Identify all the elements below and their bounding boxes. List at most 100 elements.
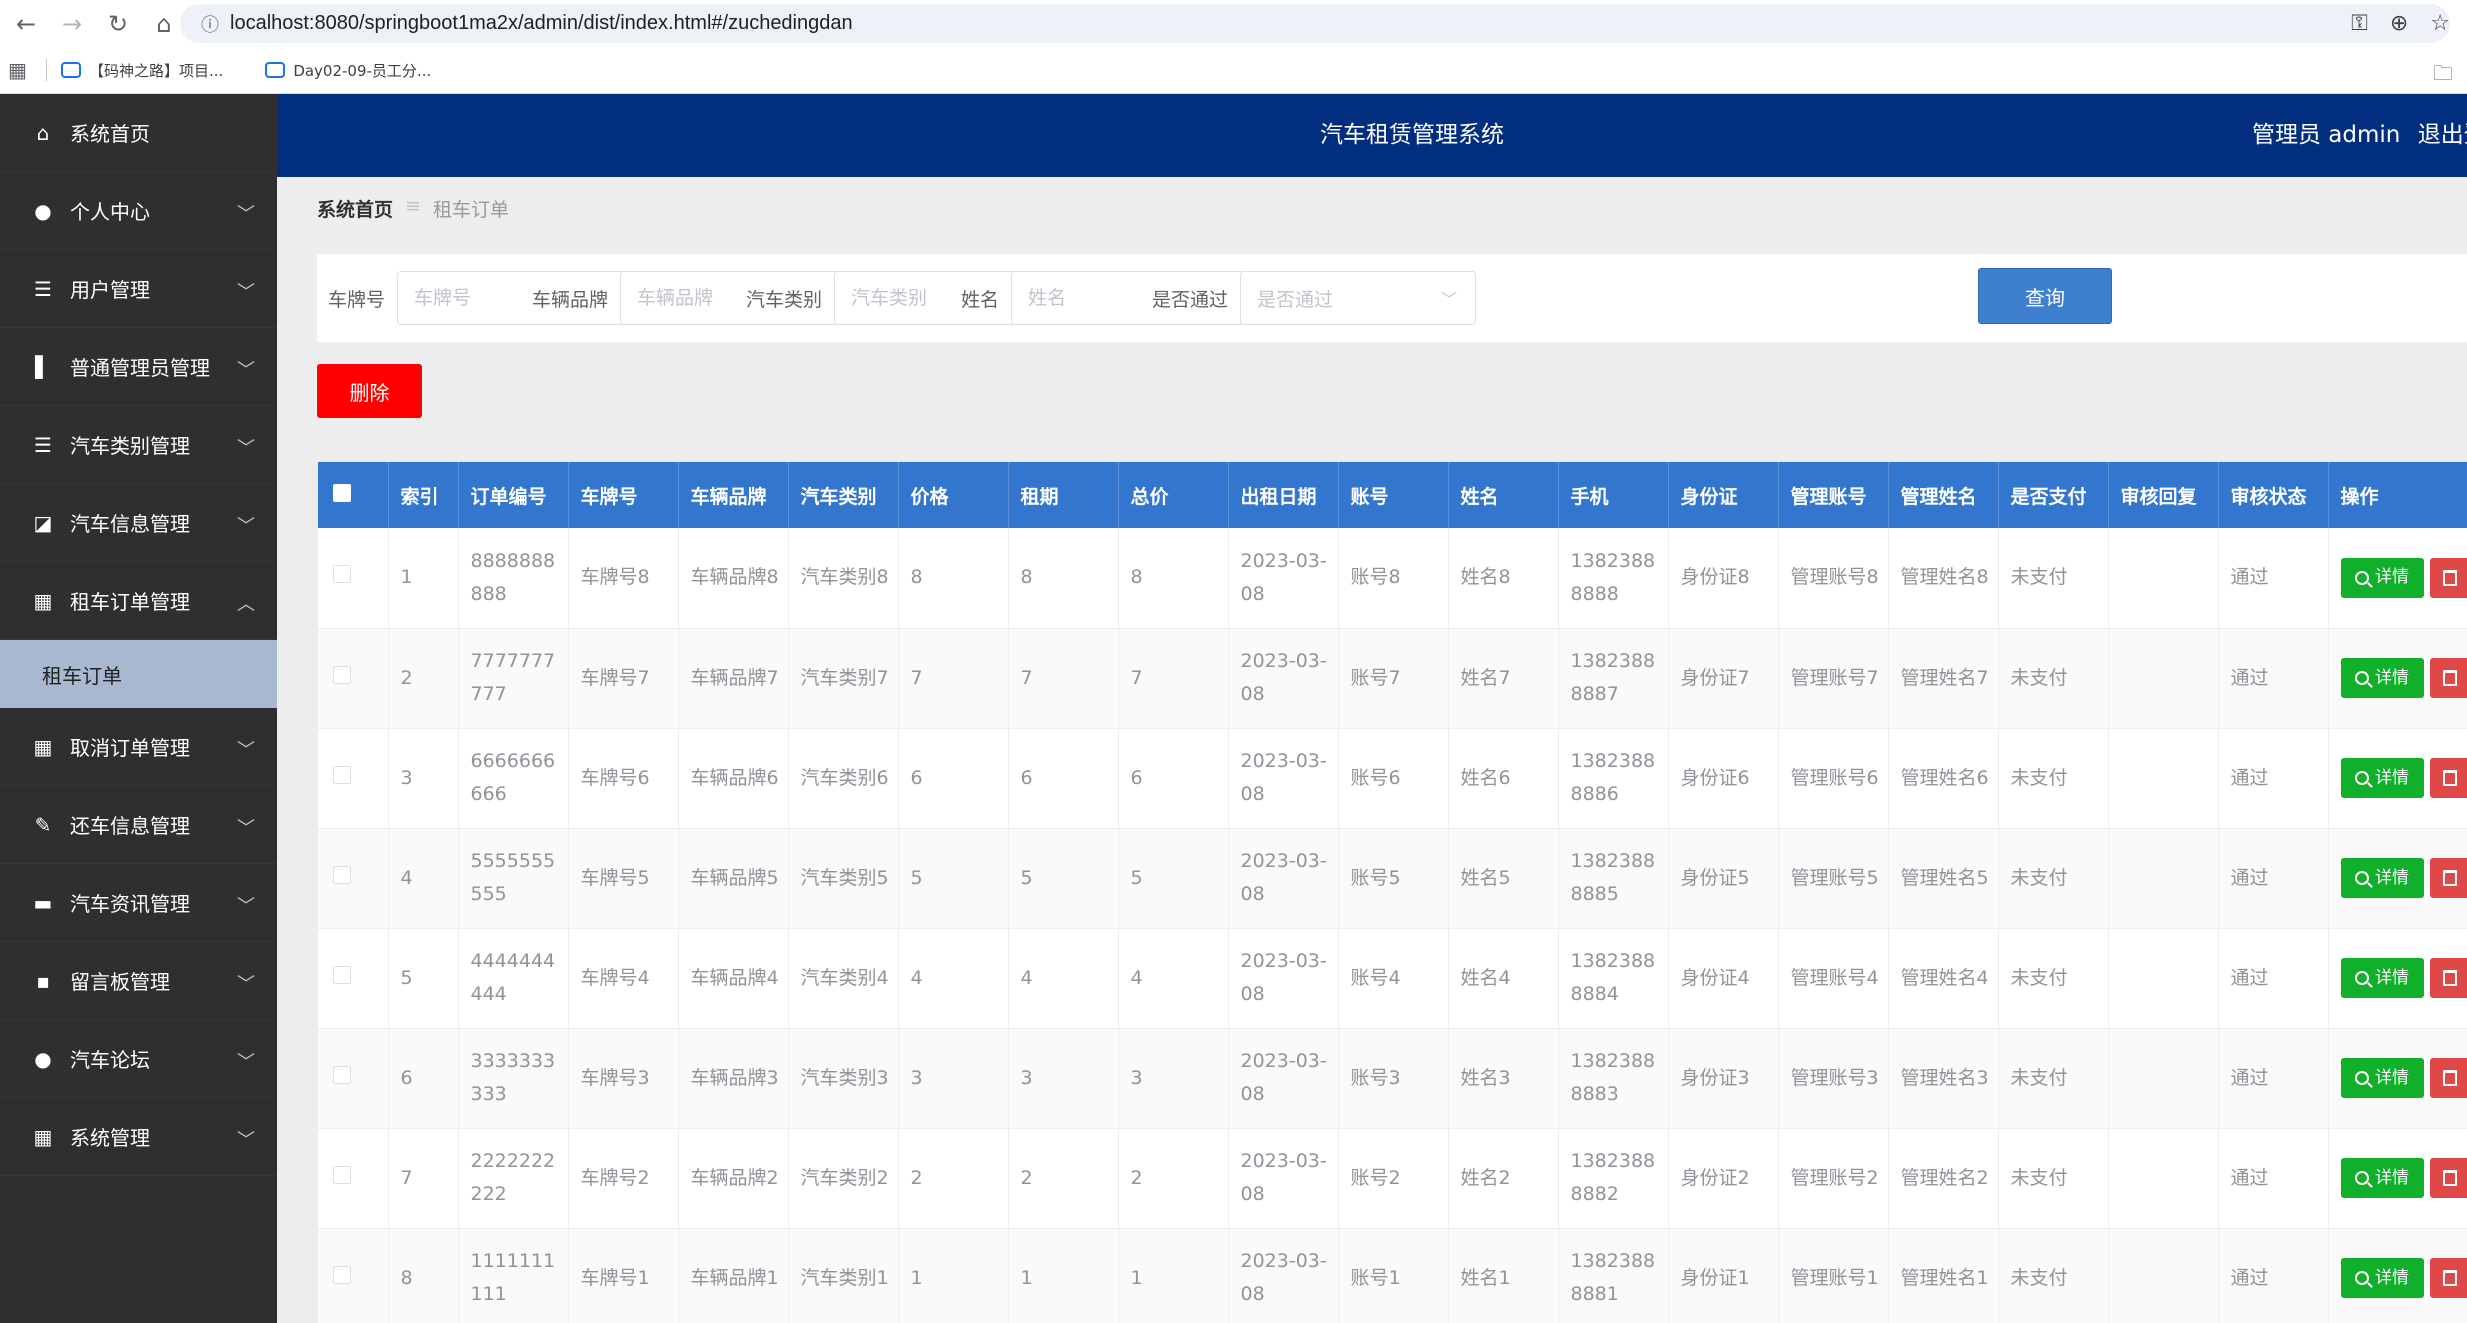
column-header: 姓名: [1448, 462, 1559, 528]
apps-grid-icon[interactable]: ▦: [8, 58, 38, 82]
row-delete-button[interactable]: [2429, 858, 2467, 898]
row-checkbox[interactable]: [333, 1065, 351, 1084]
table-cell: 管理姓名3: [1888, 1028, 1999, 1129]
breadcrumb-home[interactable]: 系统首页: [317, 195, 393, 222]
sidebar-subitem-active[interactable]: 租车订单: [0, 640, 277, 708]
table-cell: 通过: [2218, 1128, 2329, 1229]
row-delete-button[interactable]: [2429, 758, 2467, 798]
sidebar-item[interactable]: ▦ 租车订单管理 ︿: [0, 562, 277, 640]
row-checkbox[interactable]: [333, 865, 351, 884]
detail-button[interactable]: 详情: [2340, 958, 2424, 998]
table-cell: 车牌号6: [568, 728, 679, 829]
edit-icon: ✎: [34, 812, 52, 837]
trash-icon: [2442, 569, 2457, 586]
address-bar[interactable]: ⓘ localhost:8080/springboot1ma2x/admin/d…: [180, 4, 2450, 43]
sidebar-item-label: 系统管理: [70, 1126, 150, 1150]
row-delete-button[interactable]: [2429, 557, 2467, 598]
sidebar-item-label: 租车订单管理: [70, 590, 190, 614]
row-actions-cell: 详情: [2328, 1028, 2467, 1129]
zoom-icon[interactable]: ⊕: [2390, 11, 2408, 36]
sidebar-item[interactable]: ✎ 还车信息管理 ﹀: [0, 786, 277, 864]
detail-button-label: 详情: [2375, 667, 2409, 688]
sidebar-item[interactable]: ▦ 系统管理 ﹀: [0, 1098, 277, 1176]
reload-icon[interactable]: ↻: [98, 4, 138, 44]
row-checkbox[interactable]: [333, 565, 351, 584]
logout-link[interactable]: 退出登: [2418, 122, 2467, 148]
forward-arrow-icon[interactable]: →: [52, 4, 92, 44]
home-icon: ⌂: [36, 120, 50, 145]
table-cell: 管理姓名6: [1888, 728, 1999, 829]
table-cell: 6: [1118, 728, 1229, 829]
detail-button[interactable]: 详情: [2340, 1258, 2424, 1298]
row-checkbox[interactable]: [333, 965, 351, 984]
row-checkbox[interactable]: [333, 765, 351, 784]
folder-icon[interactable]: 🗀: [2433, 59, 2453, 93]
bulk-delete-button[interactable]: 删除: [317, 364, 422, 418]
sidebar-item[interactable]: ● 个人中心 ﹀: [0, 172, 277, 250]
row-delete-button[interactable]: [2429, 658, 2467, 698]
url-text[interactable]: localhost:8080/springboot1ma2x/admin/dis…: [230, 12, 853, 35]
sidebar-item[interactable]: ⌂ 系统首页: [0, 94, 277, 172]
table-cell: 13823888888: [1558, 528, 1669, 629]
row-delete-button[interactable]: [2429, 1158, 2467, 1198]
table-cell: 身份证6: [1668, 728, 1779, 829]
column-header: 总价: [1118, 462, 1229, 528]
table-cell: 2023-03-08: [1228, 528, 1339, 629]
row-checkbox[interactable]: [333, 665, 351, 684]
row-delete-button[interactable]: [2429, 958, 2467, 998]
chevron-down-icon: ﹀: [237, 740, 255, 761]
home-page-icon[interactable]: ⌂: [144, 4, 184, 44]
table-cell: 6: [388, 1028, 459, 1129]
row-select-cell: [318, 628, 389, 729]
chevron-down-icon: ﹀: [237, 818, 255, 839]
sidebar-item[interactable]: ▪ 留言板管理 ﹀: [0, 942, 277, 1020]
query-button[interactable]: 查询: [1978, 268, 2112, 324]
password-key-icon[interactable]: ⚿: [2351, 11, 2368, 36]
detail-button[interactable]: 详情: [2340, 1058, 2424, 1098]
trash-icon: [2442, 870, 2457, 886]
table-cell: [2108, 728, 2219, 829]
table-cell: 管理账号2: [1778, 1128, 1889, 1229]
detail-button[interactable]: 详情: [2340, 1158, 2424, 1198]
bookmark-star-icon[interactable]: ☆: [2430, 11, 2450, 36]
row-select-cell: [318, 1228, 389, 1323]
sidebar-item[interactable]: ☰ 汽车类别管理 ﹀: [0, 406, 277, 484]
table-cell: 2023-03-08: [1228, 828, 1339, 929]
sidebar-item[interactable]: ▦ 取消订单管理 ﹀: [0, 708, 277, 786]
row-checkbox[interactable]: [333, 1165, 351, 1184]
chevron-down-icon: ﹀: [237, 438, 255, 459]
select-all-checkbox[interactable]: [333, 483, 351, 502]
sidebar-item[interactable]: ● 汽车论坛 ﹀: [0, 1020, 277, 1098]
trash-icon: [2442, 1270, 2457, 1286]
table-cell: 8: [1008, 528, 1119, 629]
sidebar-item[interactable]: ▌ 普通管理员管理 ﹀: [0, 328, 277, 406]
site-info-icon[interactable]: ⓘ: [190, 11, 230, 37]
table-cell: 13823888886: [1558, 728, 1669, 829]
table-cell: 姓名4: [1448, 928, 1559, 1029]
chevron-up-icon: ︿: [237, 594, 255, 615]
sidebar-item[interactable]: ☰ 用户管理 ﹀: [0, 250, 277, 328]
detail-button[interactable]: 详情: [2340, 658, 2424, 698]
detail-button[interactable]: 详情: [2340, 758, 2424, 798]
sidebar-item[interactable]: ▬ 汽车资讯管理 ﹀: [0, 864, 277, 942]
approved-select[interactable]: 是否通过 ﹀: [1240, 271, 1477, 325]
sidebar-item[interactable]: ◪ 汽车信息管理 ﹀: [0, 484, 277, 562]
bookmark-item[interactable]: Day02-09-员工分...: [265, 60, 431, 81]
table-cell: 身份证4: [1668, 928, 1779, 1029]
bookmark-item[interactable]: 【码神之路】项目...: [61, 60, 223, 81]
row-delete-button[interactable]: [2429, 1258, 2467, 1298]
table-cell: 通过: [2218, 1228, 2329, 1323]
table-cell: 管理姓名5: [1888, 828, 1999, 929]
table-cell: 通过: [2218, 928, 2329, 1029]
row-checkbox[interactable]: [333, 1265, 351, 1284]
detail-button[interactable]: 详情: [2340, 858, 2424, 898]
table-cell: 车牌号7: [568, 628, 679, 729]
detail-button[interactable]: 详情: [2340, 557, 2424, 598]
column-header: 价格: [898, 462, 1009, 528]
table-cell: 2023-03-08: [1228, 928, 1339, 1029]
row-delete-button[interactable]: [2429, 1058, 2467, 1098]
column-header: 订单编号: [458, 462, 569, 528]
sidebar-item-label: 留言板管理: [70, 970, 170, 994]
back-arrow-icon[interactable]: ←: [6, 4, 46, 44]
table-cell: 未支付: [1998, 1128, 2109, 1229]
